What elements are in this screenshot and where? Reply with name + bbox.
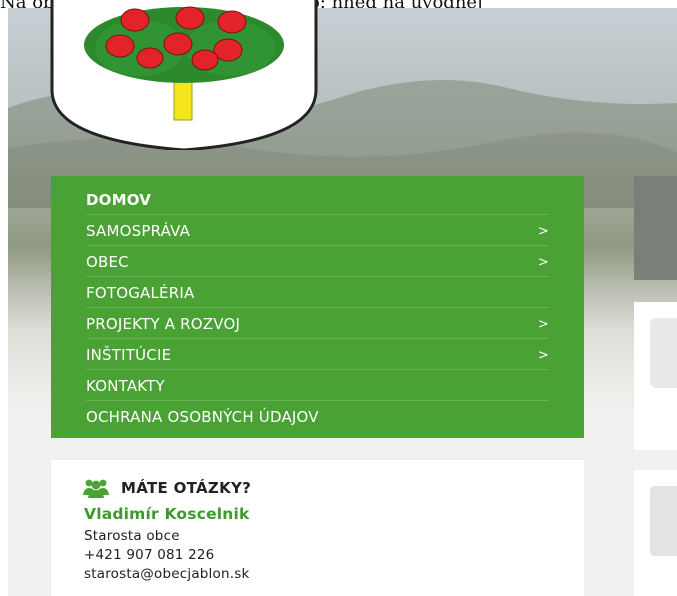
menu-item-domov[interactable]: DOMOV bbox=[86, 184, 549, 214]
card-icon bbox=[650, 486, 677, 556]
chevron-right-icon: > bbox=[537, 255, 549, 270]
people-icon bbox=[83, 479, 109, 498]
chevron-right-icon: > bbox=[537, 348, 549, 363]
menu-item-label: INŠTITÚCIE bbox=[86, 346, 172, 364]
menu-item-label: OBEC bbox=[86, 253, 129, 271]
coat-of-arms-logo bbox=[50, 0, 318, 150]
contact-role: Starosta obce bbox=[84, 528, 180, 544]
card-icon bbox=[650, 318, 677, 388]
right-card bbox=[634, 470, 677, 596]
menu-item-label: SAMOSPRÁVA bbox=[86, 222, 191, 240]
right-card bbox=[634, 302, 677, 450]
menu-item-label: PROJEKTY A ROZVOJ bbox=[86, 315, 241, 333]
menu-item-institucie[interactable]: INŠTITÚCIE > bbox=[86, 338, 549, 369]
chevron-right-icon: > bbox=[537, 317, 549, 332]
menu-item-kontakty[interactable]: KONTAKTY bbox=[86, 369, 549, 400]
contact-box: MÁTE OTÁZKY? Vladimír Koscelnik Starosta… bbox=[51, 460, 584, 596]
menu-item-fotogaleria[interactable]: FOTOGALÉRIA bbox=[86, 276, 549, 307]
menu-item-label: DOMOV bbox=[86, 191, 152, 209]
main-menu: DOMOV SAMOSPRÁVA > OBEC > FOTOGALÉRIA PROJ… bbox=[51, 176, 584, 438]
menu-item-label: OCHRANA OSOBNÝCH ÚDAJOV bbox=[86, 408, 319, 426]
contact-phone[interactable]: +421 907 081 226 bbox=[84, 547, 214, 563]
contact-name: Vladimír Koscelnik bbox=[84, 505, 250, 523]
menu-item-samosprava[interactable]: SAMOSPRÁVA > bbox=[86, 214, 549, 245]
menu-item-label: KONTAKTY bbox=[86, 377, 165, 395]
contact-header: MÁTE OTÁZKY? bbox=[83, 476, 251, 500]
menu-item-label: FOTOGALÉRIA bbox=[86, 284, 195, 302]
contact-title: MÁTE OTÁZKY? bbox=[121, 479, 252, 497]
right-banner-panel bbox=[634, 176, 677, 280]
chevron-right-icon: > bbox=[537, 224, 549, 239]
menu-item-ochrana-udajov[interactable]: OCHRANA OSOBNÝCH ÚDAJOV bbox=[86, 400, 549, 431]
menu-item-projekty[interactable]: PROJEKTY A ROZVOJ > bbox=[86, 307, 549, 338]
contact-email[interactable]: starosta@obecjablon.sk bbox=[84, 566, 249, 582]
menu-item-obec[interactable]: OBEC > bbox=[86, 245, 549, 276]
